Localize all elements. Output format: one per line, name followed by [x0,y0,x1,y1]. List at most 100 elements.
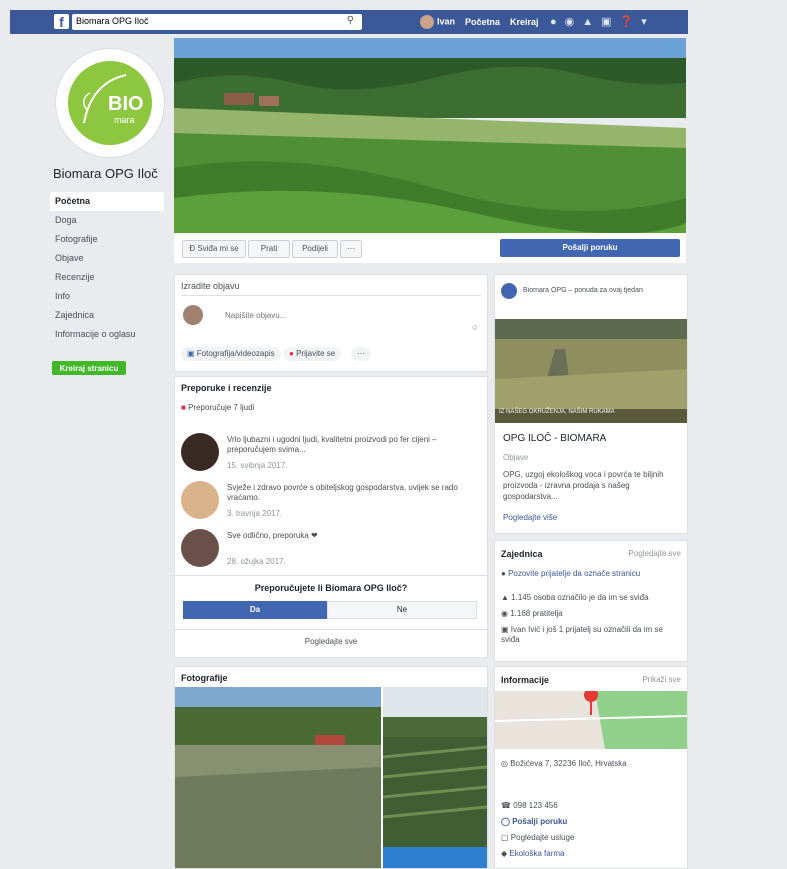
info-website: ▢ Pogledajte usluge [501,833,575,842]
sidebar-item-reviews[interactable]: Recenzije [50,268,164,287]
sidebar-item-photos[interactable]: Fotografije [50,230,164,249]
post-composer: Izradite objavu ☺ ▣ Fotografija/videozap… [174,274,488,372]
see-all-link[interactable]: Pogledajte sve [175,637,487,646]
page-action-bar: Đ Sviđa mi se Prati Podijeli ··· Pošalji… [174,233,686,263]
nav-profile[interactable]: Ivan [420,15,455,29]
share-button[interactable]: Podijeli [292,240,338,258]
avatar [183,305,203,325]
info-title: Informacije [501,675,550,685]
service-icon: ▢ [501,833,511,842]
list-item: Svježe i zdravo povrće s obiteljskog gos… [181,481,481,527]
community-line: ◉ 1.168 pratitelja [501,609,563,618]
community-title: Zajednica [501,549,543,559]
search-box[interactable]: ⚲ [72,14,362,30]
send-message-button[interactable]: Pošalji poruku [500,239,680,257]
recommend-question: Preporučujete li Biomara OPG Iloč? [254,583,408,593]
sidebar-item-community[interactable]: Zajednica [50,306,164,325]
divider [175,629,487,630]
more-button[interactable]: ··· [340,240,362,258]
phone-icon: ☎ [501,801,514,810]
photo-grid[interactable] [175,687,487,868]
promo-card: Biomara OPG – ponuda za ovaj tjedan IZ N… [494,274,688,534]
promo-name[interactable]: OPG ILOČ - BIOMARA [503,433,606,444]
avatar[interactable] [181,481,219,519]
avatar[interactable] [181,433,219,471]
review-text: Svježe i zdravo povrće s obiteljskog gos… [227,483,458,502]
follow-icon: ◉ [501,609,511,618]
map[interactable] [495,691,687,749]
promo-image-caption: IZ NAŠEG OKRUŽENJA, NAŠIM RUKAMA [499,409,615,415]
chevron-down-icon[interactable]: ▾ [641,14,647,30]
composer-title: Izradite objavu [181,281,240,291]
biomara-logo: BIO mara [68,61,152,145]
promo-subhead: Objave [503,453,529,462]
community-line: ● Pozovite prijatelje da označe stranicu [501,569,641,578]
sidebar-item-events[interactable]: Doga [50,211,164,230]
facebook-logo-icon[interactable]: f [54,14,69,30]
sidebar-item-home[interactable]: Početna [50,192,164,211]
follow-button[interactable]: Prati [248,240,290,258]
review-text: Vrlo ljubazni i ugodni ljudi, kvalitetni… [227,435,437,454]
info-message: ◯ Pošalji poruku [501,817,568,826]
recommend-icon: ■ [181,403,189,412]
no-button[interactable]: Ne [327,601,477,619]
avatar[interactable] [181,529,219,567]
photo-icon: ▣ [187,349,197,358]
cover-landscape-image [174,38,686,233]
checkin-button[interactable]: ● Prijavite se [283,347,342,361]
promo-body: OPG, uzgoj ekološkog voca i povrća te bi… [503,470,664,501]
community-card: Zajednica Pogledajte sve ● Pozovite prij… [494,540,688,662]
promo-image[interactable] [495,319,687,423]
search-icon[interactable]: ⚲ [347,15,354,26]
nav-home[interactable]: Početna [465,17,500,27]
photo-video-button[interactable]: ▣ Fotografija/videozapis [181,347,281,361]
nav-icons: ● ◉ ▲ ▣ ❓ ▾ [550,14,647,30]
sidebar-item-info[interactable]: Info [50,287,164,306]
page-title[interactable]: Biomara OPG Iloč [53,166,158,181]
friends-icon: ▣ [501,625,511,634]
see-all-link[interactable]: Pogledajte sve [629,549,681,558]
list-item: Vrlo ljubazni i ugodni ljudi, kvalitetni… [181,433,481,479]
photos-card: Fotografije [174,666,488,869]
photos-title: Fotografije [181,673,228,683]
community-line: ▣ Ivan Ivić i još 1 prijatelj su označil… [501,625,663,644]
info-card: Informacije Prikaži sve ◎ Božićeva 7, 32… [494,666,688,869]
post-input[interactable] [225,309,455,321]
pages-icon[interactable]: ▣ [601,14,611,30]
review-date[interactable]: 15. svibnja 2017. [227,461,288,470]
see-all-link[interactable]: Prikaži sve [642,675,681,684]
review-date[interactable]: 3. travnja 2017. [227,509,282,518]
recommendations-title: Preporuke i recenzije [181,383,272,393]
nav-create[interactable]: Kreiraj [510,17,539,27]
logo-text: BIO [108,93,144,115]
recommendations-summary: ■ Preporučuje 7 ljudi [181,403,255,412]
review-date[interactable]: 28. ožujka 2017. [227,557,286,566]
notifications-icon[interactable]: ▲ [582,14,593,30]
messenger-icon: ◯ [501,817,513,826]
info-category: ◆ Ekološka farma [501,849,565,858]
yes-button[interactable]: Da [183,601,327,619]
messenger-icon[interactable]: ◉ [565,14,575,30]
recommendations-card: Preporuke i recenzije ■ Preporučuje 7 lj… [174,376,488,658]
cover-photo[interactable] [174,38,686,233]
see-more-link[interactable]: Pogledajte više [503,513,557,522]
search-input[interactable] [76,14,326,28]
promo-icon [501,283,517,299]
more-options-button[interactable]: ··· [351,347,371,361]
info-address: ◎ Božićeva 7, 32236 Iloč, Hrvatska [501,759,627,768]
help-icon[interactable]: ❓ [620,14,634,30]
location-icon: ● [289,349,297,358]
side-menu: Početna Doga Fotografije Objave Recenzij… [50,192,164,344]
top-bar: f ⚲ Ivan Početna Kreiraj ● ◉ ▲ ▣ ❓ ▾ [10,10,688,34]
location-icon: ◎ [501,759,511,768]
emoji-icon[interactable]: ☺ [471,323,479,332]
friend-requests-icon[interactable]: ● [550,14,557,30]
sidebar-item-posts[interactable]: Objave [50,249,164,268]
top-nav: Ivan Početna Kreiraj [420,14,539,30]
like-button[interactable]: Đ Sviđa mi se [182,240,246,258]
divider [181,295,481,296]
invite-icon: ● [501,569,509,578]
sidebar-item-ad-info[interactable]: Informacije o oglasu [50,325,164,344]
page-profile-picture[interactable]: BIO mara [55,48,165,158]
create-page-button[interactable]: Kreiraj stranicu [52,361,126,375]
